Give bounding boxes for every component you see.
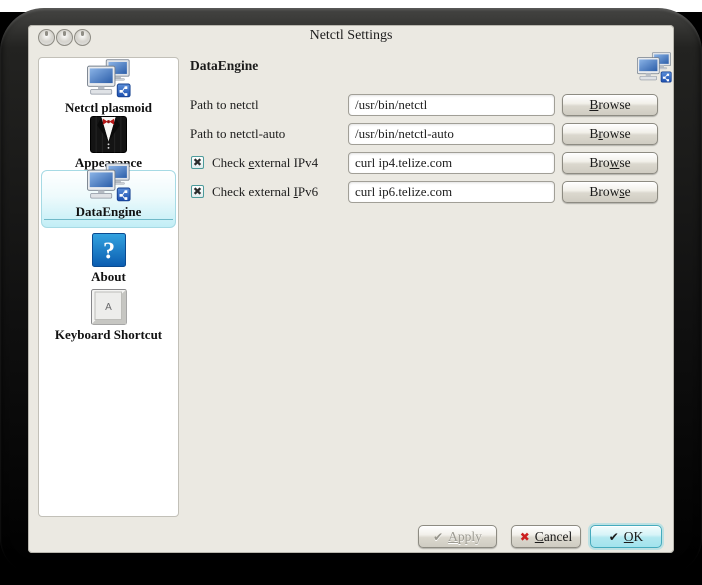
cancel-button[interactable]: ✖ Cancel <box>511 525 581 548</box>
sidebar-item-label: About <box>91 269 126 284</box>
form-row: Path to netctl-auto Browse <box>28 123 674 145</box>
browse-button[interactable]: Browse <box>562 123 658 145</box>
browse-button[interactable]: Browse <box>562 94 658 116</box>
check-external-ipv6-checkbox[interactable]: ✖ <box>191 185 204 198</box>
path-to-netctl-input[interactable] <box>348 94 555 116</box>
ok-button[interactable]: ✔ OK <box>590 525 662 548</box>
page-title: DataEngine <box>190 58 258 74</box>
check-icon: ✔ <box>433 531 443 543</box>
sidebar-item-label: Keyboard Shortcut <box>55 327 162 342</box>
sidebar-item-keyboard-shortcut[interactable]: Keyboard Shortcut <box>41 286 176 342</box>
path-to-netctl-auto-input[interactable] <box>348 123 555 145</box>
form-row: ✖ Check external IPv6 Browse <box>28 181 674 203</box>
check-external-ipv6-label: Check external IPv6 <box>212 181 318 203</box>
check-external-ipv4-label: Check external IPv4 <box>212 152 318 174</box>
titlebar[interactable]: Netctl Settings <box>28 25 674 48</box>
path-to-netctl-label: Path to netctl <box>190 94 259 116</box>
path-to-netctl-auto-label: Path to netctl-auto <box>190 123 285 145</box>
check-icon: ✔ <box>609 531 619 543</box>
keyboard-key-icon <box>91 289 127 325</box>
netctl-settings-dialog: Netctl Settings Netctl plasmoid Appearan… <box>28 25 674 553</box>
form-row: ✖ Check external IPv4 Browse <box>28 152 674 174</box>
apply-button[interactable]: ✔ Apply <box>418 525 497 548</box>
question-mark-icon <box>92 233 126 267</box>
browse-button[interactable]: Browse <box>562 181 658 203</box>
sidebar-item-about[interactable]: About <box>41 232 176 284</box>
cross-icon: ✖ <box>520 531 530 543</box>
browse-button[interactable]: Browse <box>562 152 658 174</box>
network-computers-icon <box>637 52 672 83</box>
check-external-ipv4-input[interactable] <box>348 152 555 174</box>
form-row: Path to netctl Browse <box>28 94 674 116</box>
check-external-ipv6-input[interactable] <box>348 181 555 203</box>
check-external-ipv4-checkbox[interactable]: ✖ <box>191 156 204 169</box>
sidebar-item-label: DataEngine <box>76 204 142 219</box>
window-title: Netctl Settings <box>28 28 674 44</box>
network-computers-icon <box>87 59 131 98</box>
